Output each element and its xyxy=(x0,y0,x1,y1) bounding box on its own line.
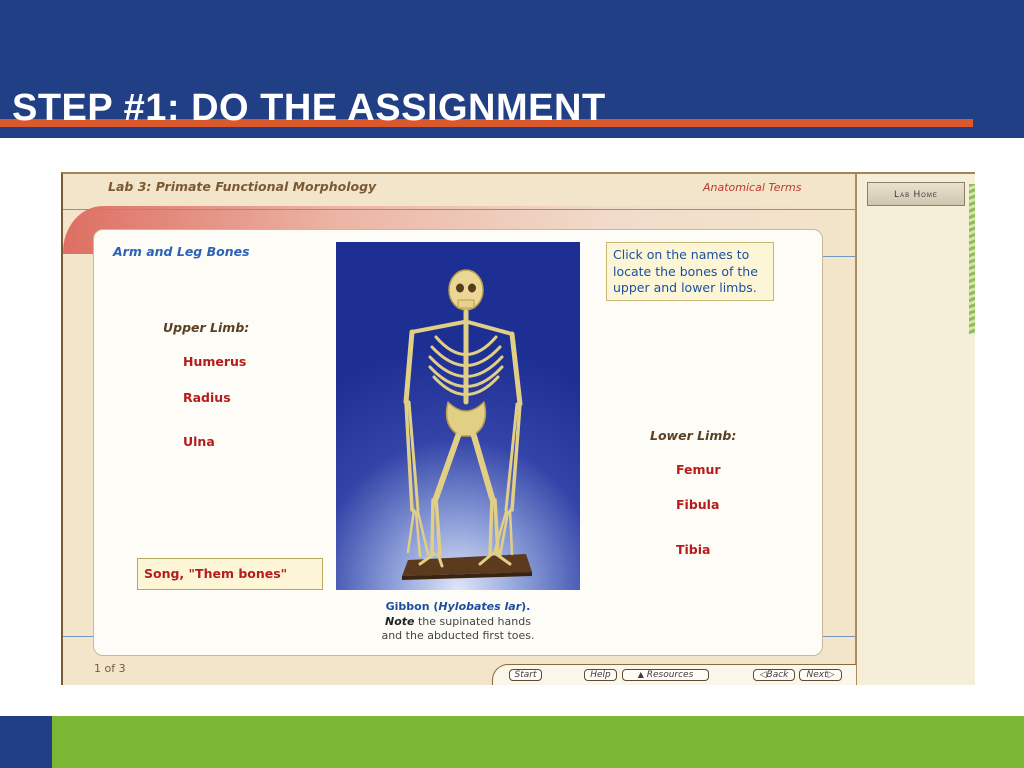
bone-link-tibia[interactable]: Tibia xyxy=(676,542,710,557)
lower-limb-heading: Lower Limb: xyxy=(650,428,737,443)
page-count: 1 of 3 xyxy=(94,662,126,675)
help-button[interactable]: Help xyxy=(584,669,617,681)
song-button[interactable]: Song, "Them bones" xyxy=(137,558,323,590)
bone-link-radius[interactable]: Radius xyxy=(183,390,231,405)
decorative-plant xyxy=(969,184,975,334)
side-rule-top xyxy=(821,256,855,257)
skeleton-icon xyxy=(402,269,532,580)
lab-home-button[interactable]: Lab Home xyxy=(867,182,965,206)
start-button[interactable]: Start xyxy=(509,669,542,681)
bone-link-ulna[interactable]: Ulna xyxy=(183,434,215,449)
caption-text1: the supinated hands xyxy=(414,614,531,628)
caption-species: Hylobates lar xyxy=(438,600,522,613)
lab-app-screenshot: Lab 3: Primate Functional Morphology Ana… xyxy=(61,172,975,685)
anatomical-terms-link[interactable]: Anatomical Terms xyxy=(703,181,802,194)
lab-title: Lab 3: Primate Functional Morphology xyxy=(108,179,377,194)
back-arrow-icon: ◁ xyxy=(759,670,767,680)
header-rule xyxy=(63,209,855,210)
upper-limb-heading: Upper Limb: xyxy=(163,320,250,335)
caption-close: ). xyxy=(521,600,531,613)
bone-link-femur[interactable]: Femur xyxy=(676,462,721,477)
triangle-up-icon: ▲ xyxy=(637,670,644,679)
section-title: Arm and Leg Bones xyxy=(113,244,250,259)
next-arrow-icon: ▷ xyxy=(827,670,835,680)
caption-text2: and the abducted first toes. xyxy=(381,629,535,642)
resources-button[interactable]: ▲ Resources xyxy=(622,669,709,681)
caption-name: Gibbon ( xyxy=(385,600,439,613)
resources-label: Resources xyxy=(646,670,694,680)
back-button[interactable]: ◁Back xyxy=(753,669,795,681)
bone-link-fibula[interactable]: Fibula xyxy=(676,497,719,512)
footer-blue-block xyxy=(0,716,52,768)
footer-green-bar xyxy=(52,716,1024,768)
lab-main-area: Lab 3: Primate Functional Morphology Ana… xyxy=(63,174,857,685)
next-button[interactable]: Next▷ xyxy=(799,669,842,681)
instruction-box: Click on the names to locate the bones o… xyxy=(606,242,774,301)
lab-side-panel: Lab Home xyxy=(857,174,975,685)
bone-link-humerus[interactable]: Humerus xyxy=(183,354,246,369)
back-label: Back xyxy=(766,670,789,680)
slide-title: STEP #1: DO THE ASSIGNMENT xyxy=(12,87,606,129)
next-label: Next xyxy=(806,670,828,680)
photo-caption: Gibbon (Hylobates lar). Note the supinat… xyxy=(353,600,563,644)
gibbon-skeleton-image xyxy=(336,242,580,590)
nav-bar: Start Help ▲ Resources ◁Back Next▷ xyxy=(492,664,856,685)
caption-note: Note xyxy=(385,614,415,628)
